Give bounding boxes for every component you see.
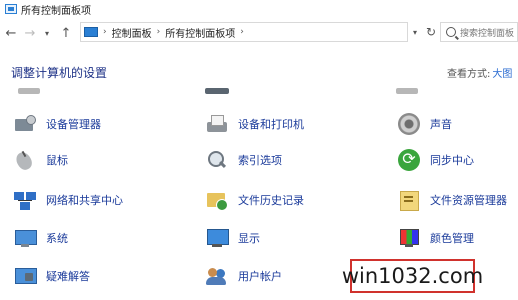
device-manager-icon [12, 112, 38, 136]
item-label: 鼠标 [46, 154, 68, 167]
item-label: 颜色管理 [430, 232, 474, 245]
sync-icon [396, 148, 422, 172]
display-icon [204, 226, 230, 250]
back-icon[interactable]: ← [3, 23, 19, 43]
user-accounts-icon [204, 264, 230, 288]
partial-icon-above [396, 88, 418, 94]
up-icon[interactable]: ↑ [58, 23, 74, 43]
breadcrumb-separator[interactable]: › [240, 27, 244, 37]
item-color-management[interactable]: 颜色管理 [396, 224, 474, 252]
search-input[interactable]: 搜索控制面板 [440, 22, 518, 42]
troubleshooting-icon [12, 264, 38, 288]
color-management-icon [396, 226, 422, 250]
view-by-dropdown[interactable]: 大图 [492, 69, 512, 80]
item-label: 文件资源管理器 [430, 194, 507, 207]
file-explorer-icon [396, 188, 422, 212]
item-devices-printers[interactable]: 设备和打印机 [204, 110, 304, 138]
item-label: 声音 [430, 118, 452, 131]
item-device-manager[interactable]: 设备管理器 [12, 110, 101, 138]
item-sync-center[interactable]: 同步中心 [396, 146, 474, 174]
partial-icon-above [18, 88, 40, 94]
item-file-history[interactable]: 文件历史记录 [204, 186, 304, 214]
file-history-icon [204, 188, 230, 212]
item-network-sharing[interactable]: 网络和共享中心 [12, 186, 123, 214]
item-display[interactable]: 显示 [204, 224, 260, 252]
item-troubleshooting[interactable]: 疑难解答 [12, 262, 90, 290]
item-label: 文件历史记录 [238, 194, 304, 207]
item-label: 用户帐户 [238, 270, 282, 283]
address-dropdown-icon[interactable]: ▾ [408, 22, 422, 42]
item-mouse[interactable]: 鼠标 [12, 146, 68, 174]
address-box[interactable]: › 控制面板 › 所有控制面板项 › [80, 22, 408, 42]
address-bar: ← → ▾ ↑ › 控制面板 › 所有控制面板项 › ▾ ↻ 搜索控制面板 [0, 20, 518, 46]
view-by-label: 查看方式: [447, 69, 491, 80]
item-label: 设备和打印机 [238, 118, 304, 131]
item-label: 同步中心 [430, 154, 474, 167]
item-label: 网络和共享中心 [46, 194, 123, 207]
partial-icon-above [205, 88, 229, 94]
printer-icon [204, 112, 230, 136]
speaker-icon [396, 112, 422, 136]
system-icon [12, 226, 38, 250]
network-icon [12, 188, 38, 212]
breadcrumb-control-panel[interactable]: 控制面板 [112, 25, 152, 40]
item-system[interactable]: 系统 [12, 224, 68, 252]
item-file-explorer-options[interactable]: 文件资源管理器 [396, 186, 507, 214]
mouse-icon [12, 148, 38, 172]
window-title: 所有控制面板项 [21, 5, 91, 17]
item-label: 显示 [238, 232, 260, 245]
title-bar: 所有控制面板项 [0, 0, 518, 18]
recent-locations-chevron-icon[interactable]: ▾ [42, 23, 52, 43]
item-user-accounts[interactable]: 用户帐户 [204, 262, 282, 290]
refresh-icon[interactable]: ↻ [424, 22, 438, 42]
search-icon [446, 27, 456, 37]
magnifier-icon [204, 148, 230, 172]
watermark: win1032.com [342, 259, 483, 293]
control-panel-icon [5, 4, 17, 14]
item-label: 设备管理器 [46, 118, 101, 131]
control-panel-address-icon [84, 27, 98, 37]
search-placeholder: 搜索控制面板 [460, 28, 515, 39]
item-label: 系统 [46, 232, 68, 245]
item-indexing-options[interactable]: 索引选项 [204, 146, 282, 174]
breadcrumb-separator: › [103, 27, 107, 37]
item-label: 索引选项 [238, 154, 282, 167]
breadcrumb-separator[interactable]: › [157, 27, 161, 37]
forward-icon[interactable]: → [22, 23, 38, 43]
breadcrumb-all-items[interactable]: 所有控制面板项 [165, 25, 235, 40]
view-by: 查看方式: 大图 [447, 65, 512, 80]
item-label: 疑难解答 [46, 270, 90, 283]
item-sound[interactable]: 声音 [396, 110, 452, 138]
page-title: 调整计算机的设置 [11, 66, 108, 80]
